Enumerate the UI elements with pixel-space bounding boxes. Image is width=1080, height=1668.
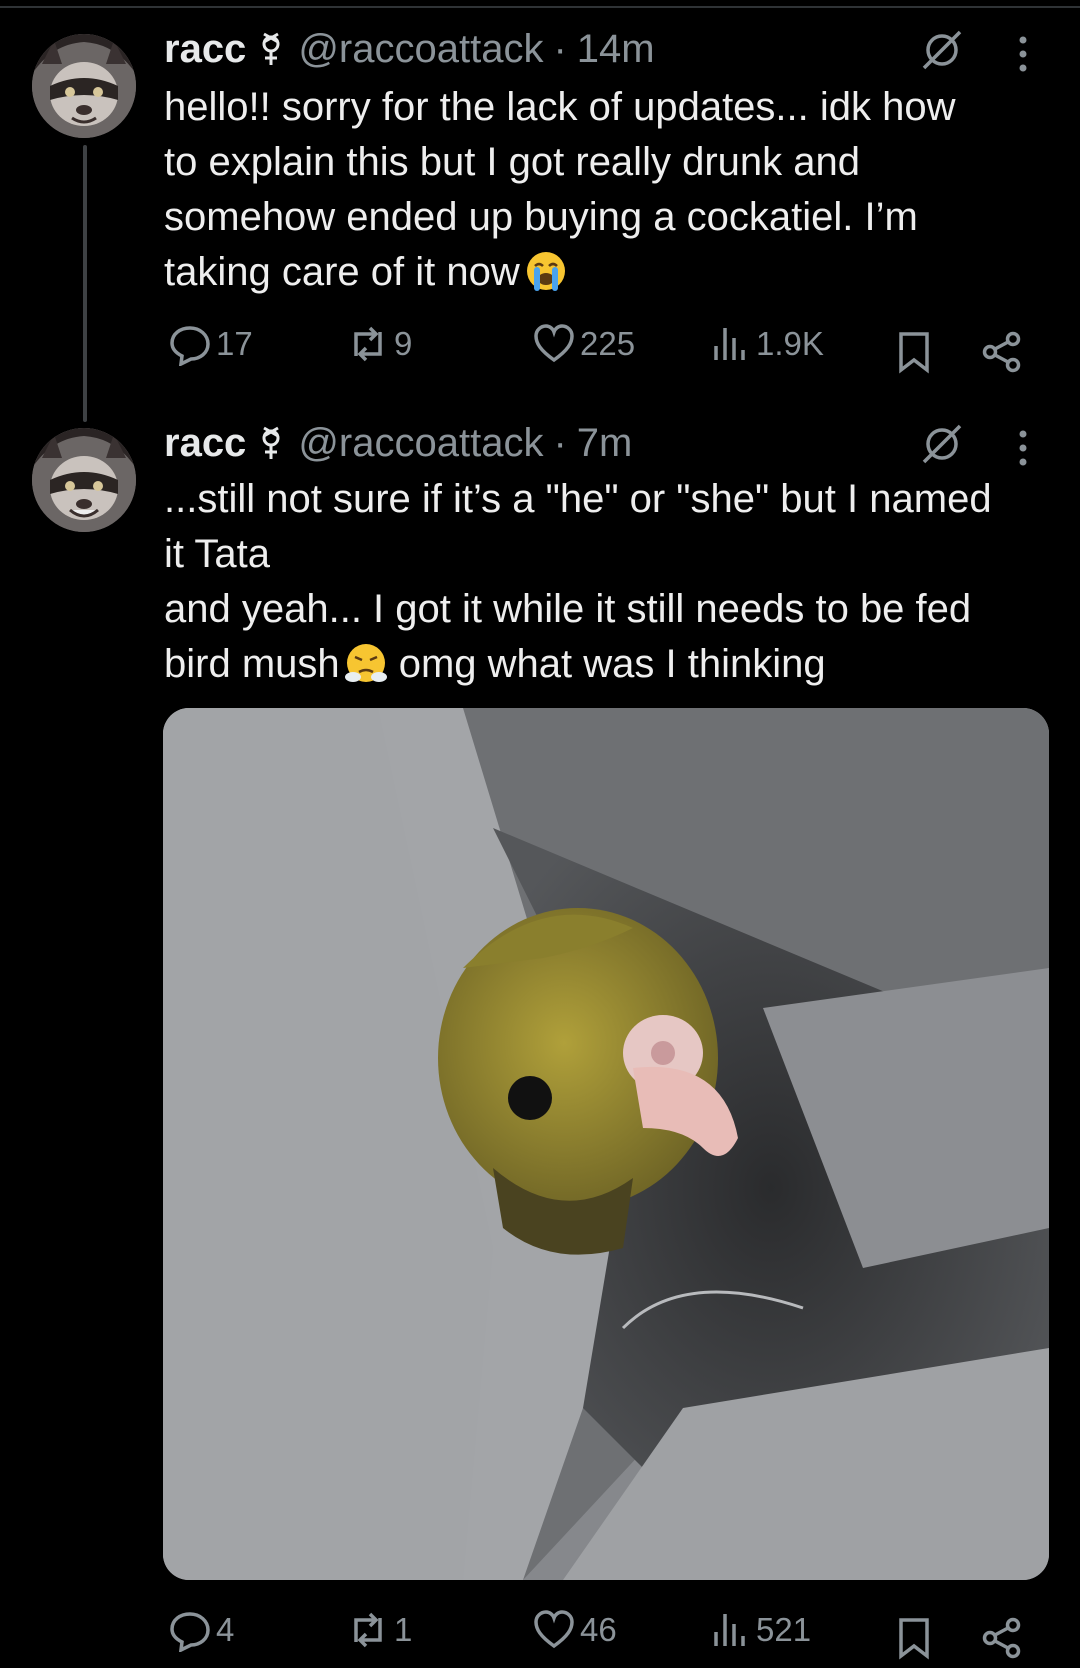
raccoon-avatar-icon — [32, 34, 136, 138]
more-options-icon[interactable] — [1016, 34, 1030, 74]
reply-icon — [170, 326, 210, 366]
top-divider — [0, 6, 1080, 8]
share-icon[interactable] — [980, 1616, 1024, 1660]
view-count: 1.9K — [756, 325, 824, 362]
cockatiel-photo — [163, 708, 1049, 1580]
repost-button[interactable]: 1 — [346, 1608, 412, 1652]
display-name[interactable]: racc — [164, 27, 246, 72]
heart-icon — [534, 324, 574, 363]
raccoon-avatar-icon — [32, 428, 136, 532]
separator: · — [553, 420, 567, 465]
views-chart-icon — [714, 1614, 745, 1646]
views-button[interactable]: 521 — [708, 1608, 811, 1652]
like-count: 225 — [580, 325, 636, 362]
avatar[interactable] — [32, 34, 136, 138]
tweet-photo[interactable] — [163, 708, 1049, 1580]
reply-button[interactable]: 17 — [168, 322, 253, 366]
display-name[interactable]: racc — [164, 421, 246, 466]
tweet-text-continued: omg what was I thinking — [387, 642, 826, 686]
heart-icon — [534, 1610, 574, 1649]
repost-count: 1 — [394, 1611, 413, 1648]
reply-count: 17 — [216, 325, 253, 362]
tweet-action-bar: 4 1 46 521 — [0, 1608, 1080, 1668]
more-options-icon[interactable] — [1016, 428, 1030, 468]
mute-conversation-icon[interactable] — [920, 422, 964, 466]
nonbinary-symbol-icon — [262, 32, 280, 65]
handle[interactable]: @raccoattack — [298, 421, 543, 466]
like-count: 46 — [580, 1611, 617, 1648]
views-button[interactable]: 1.9K — [708, 322, 824, 366]
bookmark-icon[interactable] — [892, 1616, 936, 1660]
handle[interactable]: @raccoattack — [298, 27, 543, 72]
reply-button[interactable]: 4 — [168, 1608, 234, 1652]
nonbinary-symbol-icon — [262, 426, 280, 459]
share-icon[interactable] — [980, 330, 1024, 374]
view-count: 521 — [756, 1611, 812, 1648]
repost-count: 9 — [394, 325, 413, 362]
like-button[interactable]: 225 — [532, 322, 635, 366]
tweet-body: ...still not sure if it’s a "he" or "she… — [164, 472, 1064, 692]
separator: · — [553, 26, 567, 71]
repost-button[interactable]: 9 — [346, 322, 412, 366]
timestamp[interactable]: 7m — [577, 421, 633, 466]
views-chart-icon — [714, 328, 745, 360]
reply-count: 4 — [216, 1611, 235, 1648]
tweet-body: hello!! sorry for the lack of updates...… — [164, 80, 1064, 300]
tweet-header: racc @raccoattack · 14m — [164, 24, 655, 74]
timestamp[interactable]: 14m — [577, 27, 655, 72]
repost-icon — [354, 326, 382, 362]
tweet-action-bar: 17 9 225 1.9K — [0, 322, 1080, 382]
like-button[interactable]: 46 — [532, 1608, 617, 1652]
reply-icon — [170, 1612, 210, 1652]
tweet-header: racc @raccoattack · 7m — [164, 418, 632, 468]
repost-icon — [354, 1612, 382, 1648]
avatar[interactable] — [32, 428, 136, 532]
face-with-steam-from-nose-icon — [344, 644, 387, 682]
bookmark-icon[interactable] — [892, 330, 936, 374]
loudly-crying-face-icon — [526, 252, 565, 291]
mute-conversation-icon[interactable] — [920, 28, 964, 72]
